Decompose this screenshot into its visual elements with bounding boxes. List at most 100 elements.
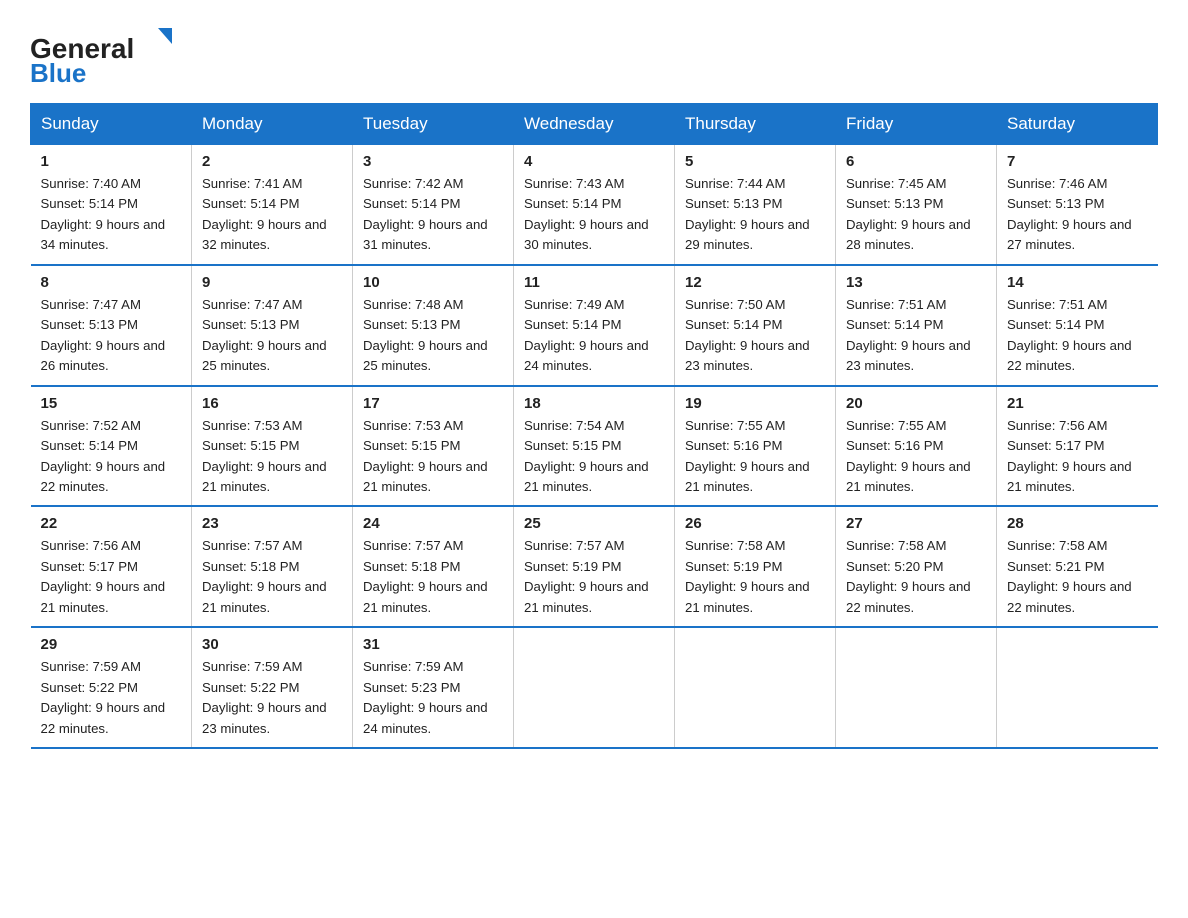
day-info: Sunrise: 7:55 AMSunset: 5:16 PMDaylight:… bbox=[685, 416, 825, 498]
logo-svg: General Blue bbox=[30, 20, 185, 85]
day-info: Sunrise: 7:54 AMSunset: 5:15 PMDaylight:… bbox=[524, 416, 664, 498]
header-row: Sunday Monday Tuesday Wednesday Thursday… bbox=[31, 104, 1158, 145]
calendar-body: 1 Sunrise: 7:40 AMSunset: 5:14 PMDaylight… bbox=[31, 145, 1158, 749]
calendar-day-cell: 7 Sunrise: 7:46 AMSunset: 5:13 PMDaylight… bbox=[997, 145, 1158, 265]
calendar-day-cell: 24 Sunrise: 7:57 AMSunset: 5:18 PMDayligh… bbox=[353, 506, 514, 627]
calendar-day-cell: 31Sunrise: 7:59 AMSunset: 5:23 PMDayligh… bbox=[353, 627, 514, 748]
day-info: Sunrise: 7:55 AMSunset: 5:16 PMDaylight:… bbox=[846, 416, 986, 498]
calendar-week-row: 29Sunrise: 7:59 AMSunset: 5:22 PMDayligh… bbox=[31, 627, 1158, 748]
day-info: Sunrise: 7:48 AMSunset: 5:13 PMDaylight:… bbox=[363, 295, 503, 377]
calendar-day-cell: 30 Sunrise: 7:59 AMSunset: 5:22 PMDayligh… bbox=[192, 627, 353, 748]
day-number: 14 bbox=[1007, 274, 1148, 291]
header-sunday: Sunday bbox=[31, 104, 192, 145]
day-number: 24 bbox=[363, 515, 503, 532]
day-info: Sunrise: 7:46 AMSunset: 5:13 PMDaylight:… bbox=[1007, 174, 1148, 256]
day-number: 19 bbox=[685, 395, 825, 412]
calendar-day-cell: 10Sunrise: 7:48 AMSunset: 5:13 PMDayligh… bbox=[353, 265, 514, 386]
day-info: Sunrise: 7:58 AMSunset: 5:19 PMDaylight:… bbox=[685, 536, 825, 618]
day-info: Sunrise: 7:51 AMSunset: 5:14 PMDaylight:… bbox=[1007, 295, 1148, 377]
header-saturday: Saturday bbox=[997, 104, 1158, 145]
day-number: 7 bbox=[1007, 153, 1148, 170]
day-info: Sunrise: 7:41 AMSunset: 5:14 PMDaylight:… bbox=[202, 174, 342, 256]
calendar-day-cell: 14 Sunrise: 7:51 AMSunset: 5:14 PMDayligh… bbox=[997, 265, 1158, 386]
day-info: Sunrise: 7:59 AMSunset: 5:22 PMDaylight:… bbox=[202, 657, 342, 739]
day-number: 2 bbox=[202, 153, 342, 170]
day-number: 18 bbox=[524, 395, 664, 412]
calendar-week-row: 1 Sunrise: 7:40 AMSunset: 5:14 PMDaylight… bbox=[31, 145, 1158, 265]
day-number: 15 bbox=[41, 395, 182, 412]
header-wednesday: Wednesday bbox=[514, 104, 675, 145]
day-info: Sunrise: 7:57 AMSunset: 5:18 PMDaylight:… bbox=[202, 536, 342, 618]
header: General Blue bbox=[30, 20, 1158, 85]
calendar-day-cell: 29Sunrise: 7:59 AMSunset: 5:22 PMDayligh… bbox=[31, 627, 192, 748]
calendar-day-cell: 21Sunrise: 7:56 AMSunset: 5:17 PMDayligh… bbox=[997, 386, 1158, 507]
day-number: 17 bbox=[363, 395, 503, 412]
header-friday: Friday bbox=[836, 104, 997, 145]
header-thursday: Thursday bbox=[675, 104, 836, 145]
calendar-day-cell: 2 Sunrise: 7:41 AMSunset: 5:14 PMDaylight… bbox=[192, 145, 353, 265]
calendar-day-cell: 6Sunrise: 7:45 AMSunset: 5:13 PMDaylight… bbox=[836, 145, 997, 265]
calendar-table: Sunday Monday Tuesday Wednesday Thursday… bbox=[30, 103, 1158, 749]
header-tuesday: Tuesday bbox=[353, 104, 514, 145]
day-info: Sunrise: 7:47 AMSunset: 5:13 PMDaylight:… bbox=[202, 295, 342, 377]
calendar-day-cell: 18 Sunrise: 7:54 AMSunset: 5:15 PMDayligh… bbox=[514, 386, 675, 507]
day-number: 27 bbox=[846, 515, 986, 532]
calendar-day-cell bbox=[675, 627, 836, 748]
day-info: Sunrise: 7:52 AMSunset: 5:14 PMDaylight:… bbox=[41, 416, 182, 498]
calendar-day-cell: 25Sunrise: 7:57 AMSunset: 5:19 PMDayligh… bbox=[514, 506, 675, 627]
day-info: Sunrise: 7:51 AMSunset: 5:14 PMDaylight:… bbox=[846, 295, 986, 377]
day-number: 30 bbox=[202, 636, 342, 653]
calendar-day-cell: 22Sunrise: 7:56 AMSunset: 5:17 PMDayligh… bbox=[31, 506, 192, 627]
day-number: 12 bbox=[685, 274, 825, 291]
calendar-day-cell: 12 Sunrise: 7:50 AMSunset: 5:14 PMDayligh… bbox=[675, 265, 836, 386]
calendar-day-cell: 3 Sunrise: 7:42 AMSunset: 5:14 PMDaylight… bbox=[353, 145, 514, 265]
day-number: 21 bbox=[1007, 395, 1148, 412]
calendar-day-cell: 9Sunrise: 7:47 AMSunset: 5:13 PMDaylight… bbox=[192, 265, 353, 386]
calendar-day-cell: 20Sunrise: 7:55 AMSunset: 5:16 PMDayligh… bbox=[836, 386, 997, 507]
calendar-day-cell: 15 Sunrise: 7:52 AMSunset: 5:14 PMDayligh… bbox=[31, 386, 192, 507]
day-info: Sunrise: 7:42 AMSunset: 5:14 PMDaylight:… bbox=[363, 174, 503, 256]
day-number: 16 bbox=[202, 395, 342, 412]
calendar-day-cell bbox=[997, 627, 1158, 748]
day-number: 4 bbox=[524, 153, 664, 170]
day-number: 26 bbox=[685, 515, 825, 532]
day-number: 5 bbox=[685, 153, 825, 170]
day-number: 28 bbox=[1007, 515, 1148, 532]
day-number: 11 bbox=[524, 274, 664, 291]
day-info: Sunrise: 7:45 AMSunset: 5:13 PMDaylight:… bbox=[846, 174, 986, 256]
calendar-week-row: 22Sunrise: 7:56 AMSunset: 5:17 PMDayligh… bbox=[31, 506, 1158, 627]
day-number: 31 bbox=[363, 636, 503, 653]
calendar-day-cell: 26 Sunrise: 7:58 AMSunset: 5:19 PMDayligh… bbox=[675, 506, 836, 627]
calendar-day-cell: 27 Sunrise: 7:58 AMSunset: 5:20 PMDayligh… bbox=[836, 506, 997, 627]
header-monday: Monday bbox=[192, 104, 353, 145]
calendar-day-cell: 16 Sunrise: 7:53 AMSunset: 5:15 PMDayligh… bbox=[192, 386, 353, 507]
calendar-day-cell: 11 Sunrise: 7:49 AMSunset: 5:14 PMDayligh… bbox=[514, 265, 675, 386]
day-info: Sunrise: 7:53 AMSunset: 5:15 PMDaylight:… bbox=[202, 416, 342, 498]
svg-text:Blue: Blue bbox=[30, 58, 86, 85]
day-info: Sunrise: 7:49 AMSunset: 5:14 PMDaylight:… bbox=[524, 295, 664, 377]
day-info: Sunrise: 7:59 AMSunset: 5:22 PMDaylight:… bbox=[41, 657, 182, 739]
calendar-day-cell: 19 Sunrise: 7:55 AMSunset: 5:16 PMDayligh… bbox=[675, 386, 836, 507]
day-number: 8 bbox=[41, 274, 182, 291]
day-info: Sunrise: 7:40 AMSunset: 5:14 PMDaylight:… bbox=[41, 174, 182, 256]
day-info: Sunrise: 7:58 AMSunset: 5:20 PMDaylight:… bbox=[846, 536, 986, 618]
day-info: Sunrise: 7:43 AMSunset: 5:14 PMDaylight:… bbox=[524, 174, 664, 256]
day-number: 3 bbox=[363, 153, 503, 170]
calendar-day-cell bbox=[836, 627, 997, 748]
day-number: 1 bbox=[41, 153, 182, 170]
day-info: Sunrise: 7:44 AMSunset: 5:13 PMDaylight:… bbox=[685, 174, 825, 256]
day-info: Sunrise: 7:47 AMSunset: 5:13 PMDaylight:… bbox=[41, 295, 182, 377]
calendar-day-cell bbox=[514, 627, 675, 748]
calendar-week-row: 8 Sunrise: 7:47 AMSunset: 5:13 PMDaylight… bbox=[31, 265, 1158, 386]
calendar-day-cell: 5 Sunrise: 7:44 AMSunset: 5:13 PMDaylight… bbox=[675, 145, 836, 265]
calendar-day-cell: 4 Sunrise: 7:43 AMSunset: 5:14 PMDaylight… bbox=[514, 145, 675, 265]
day-info: Sunrise: 7:50 AMSunset: 5:14 PMDaylight:… bbox=[685, 295, 825, 377]
calendar-day-cell: 17Sunrise: 7:53 AMSunset: 5:15 PMDayligh… bbox=[353, 386, 514, 507]
logo: General Blue bbox=[30, 20, 185, 85]
day-info: Sunrise: 7:58 AMSunset: 5:21 PMDaylight:… bbox=[1007, 536, 1148, 618]
day-number: 25 bbox=[524, 515, 664, 532]
calendar-day-cell: 28 Sunrise: 7:58 AMSunset: 5:21 PMDayligh… bbox=[997, 506, 1158, 627]
day-number: 13 bbox=[846, 274, 986, 291]
day-number: 22 bbox=[41, 515, 182, 532]
day-info: Sunrise: 7:57 AMSunset: 5:18 PMDaylight:… bbox=[363, 536, 503, 618]
